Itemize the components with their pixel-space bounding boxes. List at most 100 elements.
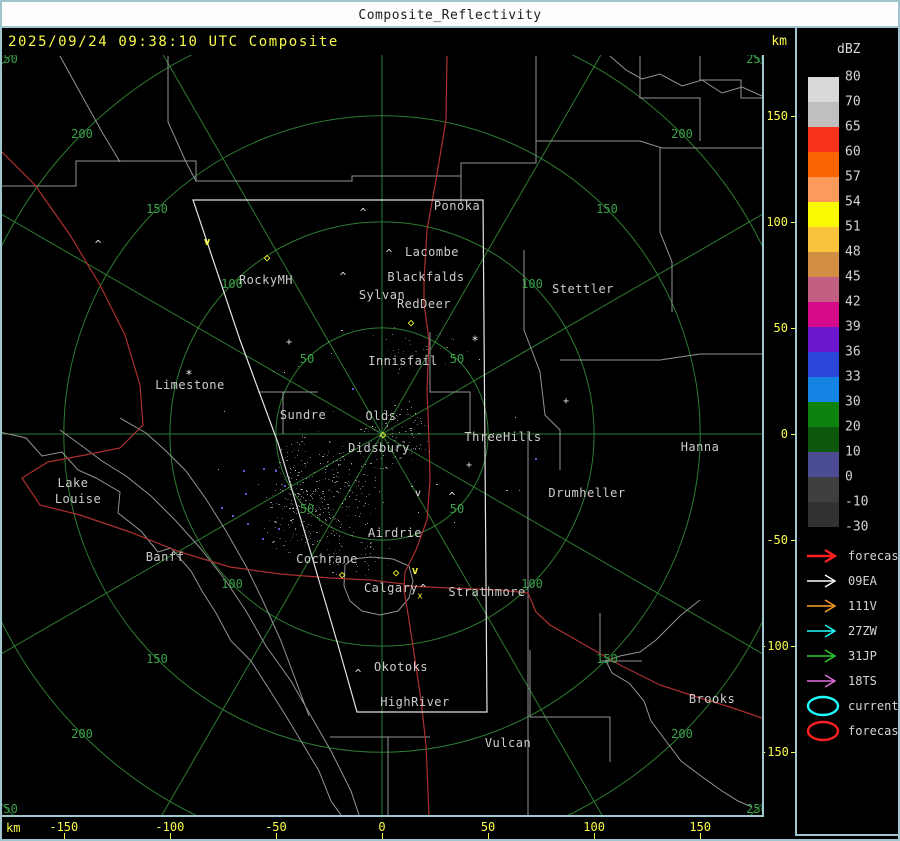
legend-label-27ZW: 27ZW bbox=[848, 624, 877, 638]
radar-site-diamond-marker: ◇ bbox=[338, 567, 346, 581]
ring-label-50: 50 bbox=[299, 352, 315, 366]
caret-marker: ^ bbox=[385, 246, 393, 260]
legend-ellipse-icon bbox=[806, 695, 840, 717]
ring-label-100: 100 bbox=[521, 277, 543, 291]
legend-label-forecast: forecast bbox=[848, 549, 900, 563]
chevron-down-marker: v bbox=[203, 234, 211, 248]
bottom-axis-tick-label: -50 bbox=[265, 820, 287, 834]
city-label-lake: Lake bbox=[57, 476, 89, 490]
ring-label-150: 150 bbox=[596, 651, 618, 666]
plus-marker: + bbox=[285, 336, 293, 348]
bottom-axis-tick-label: 150 bbox=[689, 820, 712, 834]
legend-symbol-forecast bbox=[805, 544, 843, 568]
caret-marker: ^ bbox=[359, 205, 367, 219]
city-label-sundre: Sundre bbox=[279, 408, 327, 422]
window-border-left bbox=[0, 0, 2, 841]
bottom-axis-tick-label: -150 bbox=[49, 820, 79, 834]
bottom-axis-tick-label: -100 bbox=[155, 820, 185, 834]
ring-label-250: 250 bbox=[2, 55, 18, 66]
plus-marker: + bbox=[465, 459, 473, 471]
city-label-strathmore: Strathmore bbox=[448, 585, 526, 599]
caret-marker: ^ bbox=[339, 269, 347, 283]
city-label-drumheller: Drumheller bbox=[548, 486, 626, 500]
legend-arrow-icon bbox=[807, 574, 837, 588]
city-label-threehills: ThreeHills bbox=[464, 430, 542, 444]
legend-symbol-09EA bbox=[805, 569, 843, 593]
star-marker: * bbox=[471, 333, 479, 348]
ring-label-150: 150 bbox=[596, 202, 618, 216]
legend-symbol-27ZW bbox=[805, 619, 843, 643]
city-label-highriver: HighRiver bbox=[380, 695, 450, 709]
right-axis-tick-label: 50 bbox=[773, 320, 788, 335]
map-viewport[interactable]: 50 50 50 50 100 100 100 100 150 150 150 150 200 200 20… bbox=[2, 55, 762, 815]
ellipse-shape bbox=[806, 695, 840, 717]
city-label-louise: Louise bbox=[54, 492, 102, 506]
bottom-axis-tick-label: 50 bbox=[480, 820, 496, 834]
legend-symbol-18TS bbox=[805, 669, 843, 693]
caret-marker: ^ bbox=[419, 581, 427, 595]
ring-label-200: 200 bbox=[71, 726, 93, 741]
bottom-axis-unit-label: km bbox=[6, 821, 21, 835]
chevron-down-marker: v bbox=[411, 563, 419, 577]
legend-symbol-current bbox=[805, 694, 843, 718]
legend-arrow-icon bbox=[807, 674, 837, 688]
ring-label-150: 150 bbox=[146, 202, 168, 216]
legend-symbol-111V bbox=[805, 594, 843, 618]
ring-label-250: 250 bbox=[746, 801, 762, 815]
city-label-rockymh: RockyMH bbox=[238, 273, 294, 287]
title-bar: Composite_Reflectivity bbox=[0, 0, 900, 28]
right-axis-unit-label: km bbox=[771, 34, 787, 49]
city-label-hanna: Hanna bbox=[680, 440, 720, 454]
city-label-brooks: Brooks bbox=[688, 692, 736, 706]
ring-label-200: 200 bbox=[671, 726, 693, 741]
map-labels-overlay: 50 50 50 50 100 100 100 100 150 150 150 150 200 200 20… bbox=[2, 55, 762, 815]
legend-arrow-icon bbox=[807, 548, 838, 564]
ring-label-150: 150 bbox=[146, 651, 168, 666]
right-axis-tick-label: -100 bbox=[760, 639, 789, 654]
map-border-bottom bbox=[0, 815, 764, 817]
city-label-cochrane: Cochrane bbox=[296, 552, 358, 566]
panel-divider bbox=[795, 28, 797, 835]
city-label-calgary: Calgary bbox=[363, 581, 419, 595]
ring-label-50: 50 bbox=[299, 501, 315, 516]
caret-marker: ^ bbox=[354, 666, 362, 680]
legend-label-09EA: 09EA bbox=[848, 574, 877, 588]
status-bar: 2025/09/24 09:38:10 UTC Composite km bbox=[2, 30, 795, 55]
legend-symbol-31JP bbox=[805, 644, 843, 668]
color-scale-panel: dBZ 80 70 65 60 57 54 51 48 45 42 39 36 33 30 20 10 0 -10… bbox=[797, 30, 900, 835]
bottom-axis: km -150 -100 -50 0 50 100 150 bbox=[0, 816, 796, 841]
legend-ellipse-icon bbox=[806, 720, 840, 742]
window-title: Composite_Reflectivity bbox=[358, 8, 542, 23]
map-border-right bbox=[762, 55, 764, 817]
v-marker: v bbox=[414, 487, 422, 499]
radar-site-diamond-marker: ◇ bbox=[263, 250, 271, 264]
city-label-ponoka: Ponoka bbox=[433, 199, 481, 213]
legend-arrow-icon bbox=[807, 599, 837, 613]
plus-marker: + bbox=[562, 395, 570, 407]
city-label-didsbury: Didsbury bbox=[348, 441, 410, 455]
city-label-innisfail: Innisfail bbox=[368, 354, 438, 368]
ring-label-50: 50 bbox=[449, 352, 465, 366]
star-marker: * bbox=[185, 367, 193, 382]
right-axis: 150 100 50 0 -50 -100 -150 bbox=[760, 55, 796, 816]
right-axis-tick-label: 100 bbox=[766, 214, 788, 229]
radar-site-diamond-marker: ◇ bbox=[407, 315, 415, 329]
right-axis-tick-label: -50 bbox=[766, 533, 788, 548]
ring-label-50: 50 bbox=[449, 501, 465, 516]
legend-label-31JP: 31JP bbox=[848, 649, 877, 663]
legend-label-current: current bbox=[848, 699, 899, 713]
right-axis-tick-label: 0 bbox=[780, 427, 788, 441]
caret-marker: ^ bbox=[448, 489, 456, 503]
timestamp-label: 2025/09/24 09:38:10 UTC Composite bbox=[8, 34, 339, 50]
radar-site-diamond-marker: ◇ bbox=[392, 565, 400, 579]
legend-arrow-icon bbox=[807, 624, 837, 638]
right-axis-tick-label: 150 bbox=[766, 108, 788, 123]
ring-label-200: 200 bbox=[71, 127, 93, 141]
bottom-axis-tick-label: 0 bbox=[378, 820, 386, 834]
legend-label-18TS: 18TS bbox=[848, 674, 877, 688]
city-label-lacombe: Lacombe bbox=[404, 245, 460, 259]
ring-label-250: 250 bbox=[746, 55, 762, 66]
city-label-airdrie: Airdrie bbox=[367, 526, 423, 540]
caret-marker: ^ bbox=[94, 237, 102, 251]
city-label-stettler: Stettler bbox=[552, 282, 614, 296]
